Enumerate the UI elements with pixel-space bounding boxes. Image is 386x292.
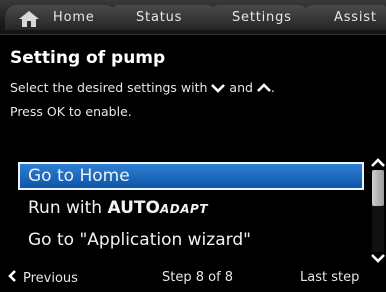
instruction-prefix: Select the desired settings with xyxy=(10,80,208,95)
tab-status-label: Status xyxy=(136,10,183,25)
list-item-label: Go to Home xyxy=(28,166,130,186)
tab-settings[interactable]: Settings xyxy=(208,5,310,30)
step-indicator: Step 8 of 8 xyxy=(162,270,234,285)
tab-assist-label: Assist xyxy=(334,10,377,25)
previous-label: Previous xyxy=(23,271,78,286)
list-item-label: Run with xyxy=(28,198,108,218)
tab-home[interactable]: Home xyxy=(5,5,117,30)
tab-settings-label: Settings xyxy=(232,10,292,25)
chevron-up-icon xyxy=(257,83,271,92)
scroll-up-icon[interactable] xyxy=(370,158,386,168)
list-item-label: Go to "Application wizard" xyxy=(28,230,251,250)
list-item-go-to-home[interactable]: Go to Home xyxy=(18,162,364,190)
previous-button[interactable]: Previous xyxy=(8,270,78,286)
list-item-application-wizard[interactable]: Go to "Application wizard" xyxy=(18,226,364,254)
tab-home-label: Home xyxy=(53,10,95,25)
chevron-down-icon xyxy=(211,84,226,93)
tab-status[interactable]: Status xyxy=(108,5,218,30)
instruction-suffix: . xyxy=(270,80,275,95)
footer: Previous Step 8 of 8 Last step xyxy=(0,264,386,292)
last-step-label: Last step xyxy=(300,270,360,285)
autoadapt-brand-main: AUTO xyxy=(107,198,160,218)
scroll-down-icon[interactable] xyxy=(370,253,386,263)
options-list: Go to Home Run with AUTOADAPT Go to "App… xyxy=(18,160,368,252)
instruction-line-2: Press OK to enable. xyxy=(10,104,132,119)
tab-assist[interactable]: Assist xyxy=(302,5,386,30)
page-title: Setting of pump xyxy=(10,48,166,68)
home-icon xyxy=(19,11,39,27)
instruction-mid: and xyxy=(229,80,253,95)
list-item-run-with-autoadapt[interactable]: Run with AUTOADAPT xyxy=(18,194,364,222)
autoadapt-brand-sub: ADAPT xyxy=(159,202,208,216)
instruction-line-1: Select the desired settings with and . xyxy=(10,80,275,95)
scrollbar-thumb[interactable] xyxy=(372,170,384,206)
chevron-left-icon xyxy=(8,270,16,282)
tab-bar: Assist Settings Status Home xyxy=(0,0,386,35)
